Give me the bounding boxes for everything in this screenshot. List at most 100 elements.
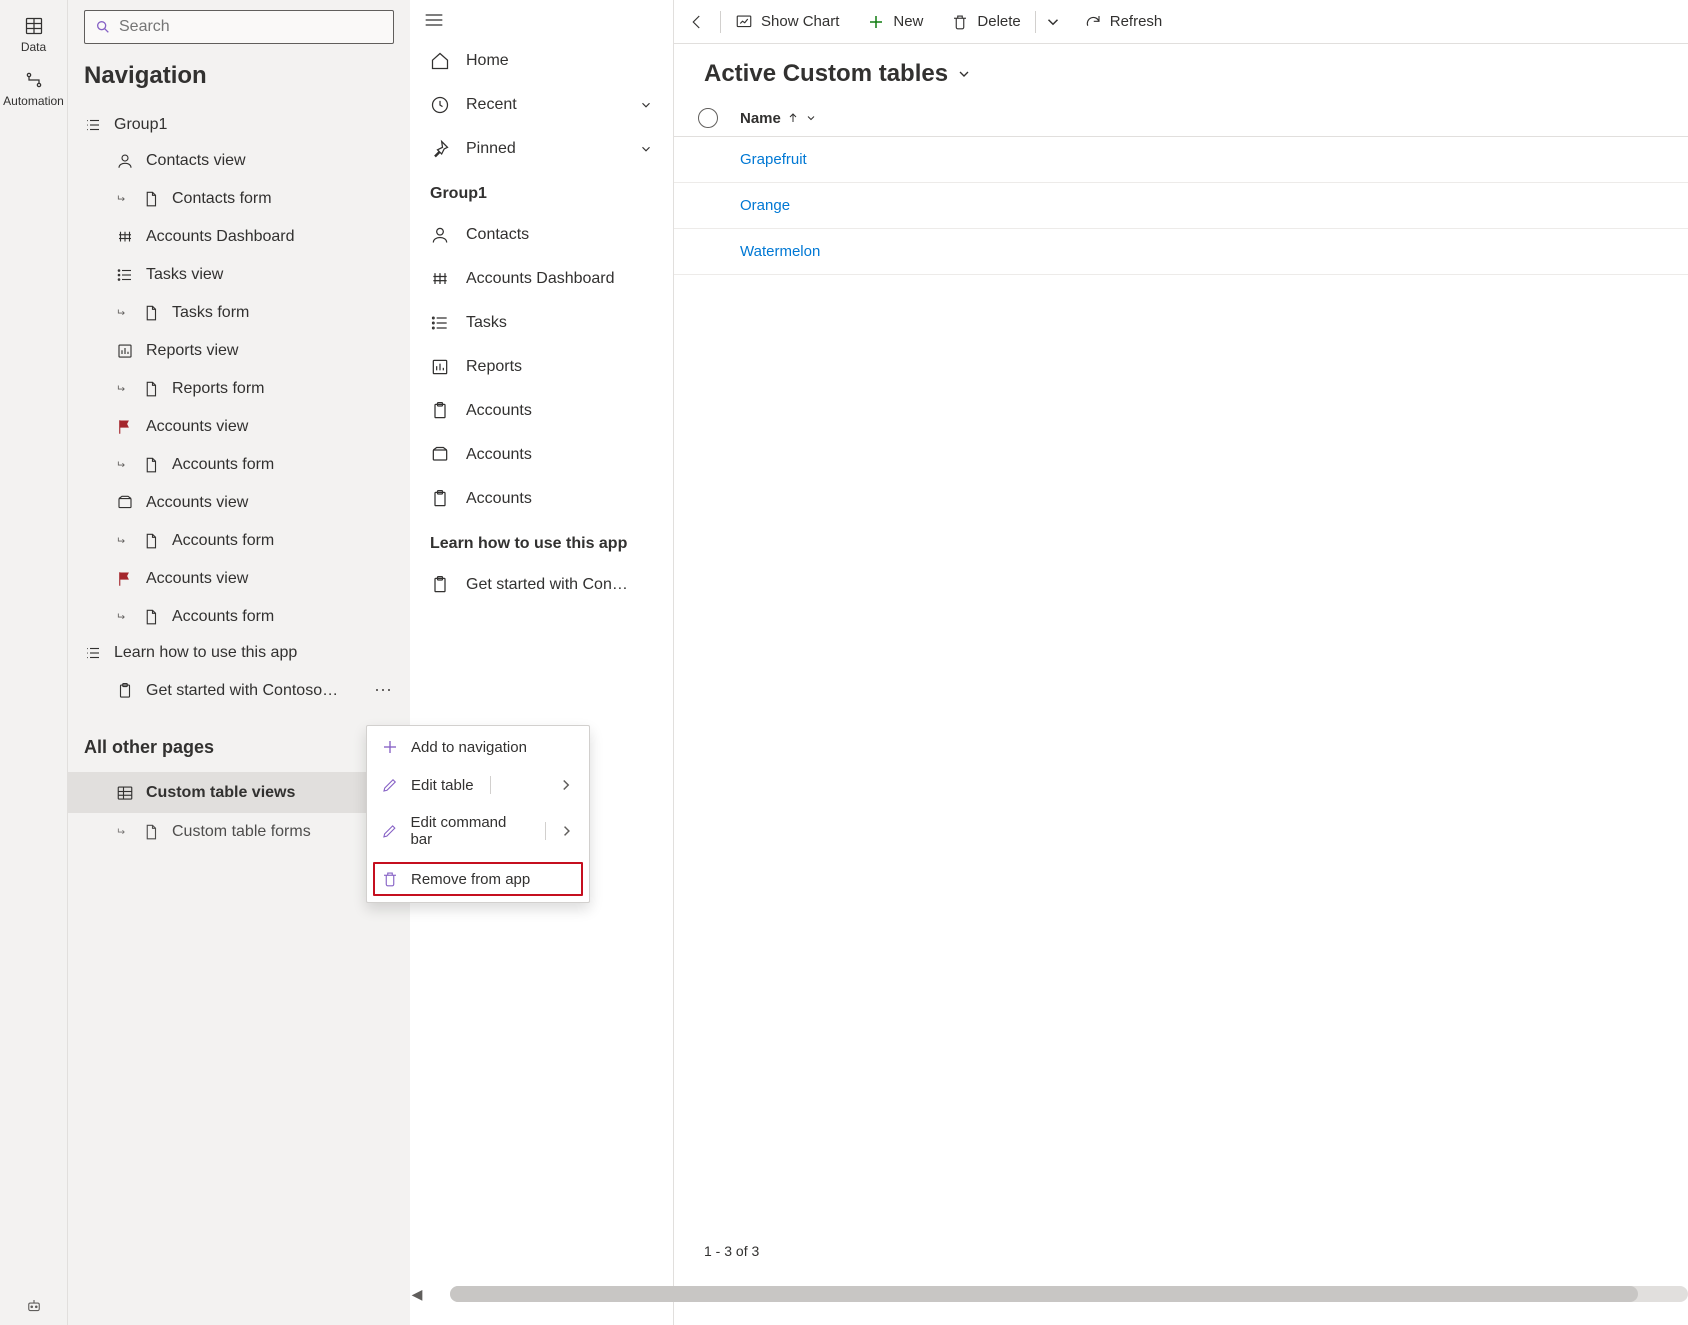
scroll-left-icon[interactable]: ◀ (410, 1286, 424, 1303)
ctx-label: Edit table (411, 777, 474, 794)
nav-group1-label: Group1 (114, 116, 167, 134)
nav-custom-table-views[interactable]: Custom table views ⋯ (68, 772, 410, 813)
nav-label: Accounts view (146, 570, 248, 588)
table-row[interactable]: Watermelon (674, 229, 1688, 275)
all-other-pages-title: All other pages (68, 711, 410, 772)
nav-label: Reports form (172, 380, 264, 398)
rail-data[interactable]: Data (0, 8, 67, 62)
clipboard-icon (430, 489, 450, 509)
appnav-accounts-dashboard[interactable]: Accounts Dashboard (410, 257, 673, 301)
nav-accounts-form-c[interactable]: Accounts form (68, 598, 410, 636)
appnav-label: Tasks (466, 314, 507, 332)
appnav-get-started[interactable]: Get started with Con… (410, 563, 673, 607)
rail-bot-icon[interactable] (0, 1287, 67, 1325)
list-icon (116, 266, 134, 284)
ctx-edit-command-bar[interactable]: Edit command bar (367, 804, 589, 858)
plus-icon (867, 13, 885, 31)
account-view-icon (430, 445, 450, 465)
nav-label: Accounts form (172, 456, 274, 474)
appnav-home[interactable]: Home (410, 39, 673, 83)
appnav-label: Home (466, 52, 509, 70)
nav-label: Accounts Dashboard (146, 228, 295, 246)
search-icon (95, 19, 111, 35)
automation-icon (24, 70, 44, 90)
horizontal-scrollbar[interactable]: ◀ (410, 1285, 1688, 1303)
ctx-remove-from-app[interactable]: Remove from app (373, 862, 583, 896)
hamburger-button[interactable] (410, 4, 673, 39)
appnav-tasks[interactable]: Tasks (410, 301, 673, 345)
nav-group1[interactable]: Group1 (68, 108, 410, 142)
indent-icon (116, 458, 130, 472)
search-input[interactable] (119, 18, 383, 36)
rail-automation[interactable]: Automation (0, 62, 67, 116)
appnav-contacts[interactable]: Contacts (410, 213, 673, 257)
view-selector[interactable]: Active Custom tables (674, 44, 1688, 100)
row-link[interactable]: Grapefruit (740, 151, 807, 168)
clipboard-icon (430, 401, 450, 421)
name-column-header[interactable]: Name (740, 110, 817, 127)
nav-contacts-view[interactable]: Contacts view (68, 142, 410, 180)
rail-automation-label: Automation (3, 94, 64, 108)
search-box[interactable] (84, 10, 394, 44)
refresh-button[interactable]: Refresh (1070, 0, 1177, 43)
back-button[interactable] (674, 0, 720, 43)
nav-tasks-view[interactable]: Tasks view (68, 256, 410, 294)
table-row[interactable]: Orange (674, 183, 1688, 229)
appnav-pinned[interactable]: Pinned (410, 127, 673, 171)
bot-icon (25, 1297, 43, 1315)
new-button[interactable]: New (853, 0, 937, 43)
chevron-right-icon (558, 822, 575, 840)
appnav-learn-header: Learn how to use this app (410, 521, 673, 563)
row-link[interactable]: Watermelon (740, 243, 820, 260)
nav-custom-table-forms[interactable]: Custom table forms (68, 813, 410, 851)
scroll-track[interactable] (450, 1286, 1688, 1302)
nav-label: Contacts view (146, 152, 246, 170)
nav-get-started[interactable]: Get started with Contoso… ⋯ (68, 670, 410, 711)
appnav-reports[interactable]: Reports (410, 345, 673, 389)
command-bar: Show Chart New Delete Refresh (674, 0, 1688, 44)
appnav-recent[interactable]: Recent (410, 83, 673, 127)
nav-accounts-form-b[interactable]: Accounts form (68, 522, 410, 560)
ctx-edit-table[interactable]: Edit table (367, 766, 589, 804)
select-all[interactable] (690, 108, 726, 128)
account-view-icon (116, 494, 134, 512)
cmd-label: Show Chart (761, 13, 839, 30)
appnav-accounts-c[interactable]: Accounts (410, 477, 673, 521)
indent-icon (116, 825, 130, 839)
appnav-label: Pinned (466, 140, 516, 158)
table-icon (116, 784, 134, 802)
indent-icon (116, 306, 130, 320)
chart-icon (735, 13, 753, 31)
delete-button[interactable]: Delete (937, 0, 1034, 43)
show-chart-button[interactable]: Show Chart (721, 0, 853, 43)
nav-accounts-dashboard[interactable]: Accounts Dashboard (68, 218, 410, 256)
nav-reports-form[interactable]: Reports form (68, 370, 410, 408)
appnav-accounts-a[interactable]: Accounts (410, 389, 673, 433)
table-header: Name (674, 100, 1688, 137)
reports-icon (116, 342, 134, 360)
ctx-label: Edit command bar (410, 814, 528, 848)
nav-accounts-view-a[interactable]: Accounts view (68, 408, 410, 446)
nav-contacts-form[interactable]: Contacts form (68, 180, 410, 218)
view-title: Active Custom tables (704, 60, 948, 88)
delete-chevron[interactable] (1036, 0, 1070, 43)
nav-tasks-form[interactable]: Tasks form (68, 294, 410, 332)
nav-learn-group[interactable]: Learn how to use this app (68, 636, 410, 670)
appnav-accounts-b[interactable]: Accounts (410, 433, 673, 477)
more-icon[interactable]: ⋯ (374, 680, 394, 701)
plus-icon (381, 738, 399, 756)
context-menu: Add to navigation Edit table Edit comman… (366, 725, 590, 903)
row-link[interactable]: Orange (740, 197, 790, 214)
nav-accounts-view-c[interactable]: Accounts view (68, 560, 410, 598)
dashboard-icon (116, 228, 134, 246)
nav-reports-view[interactable]: Reports view (68, 332, 410, 370)
chevron-down-icon (805, 112, 817, 124)
navigation-title: Navigation (68, 54, 410, 108)
nav-accounts-view-b[interactable]: Accounts view (68, 484, 410, 522)
clipboard-icon (430, 575, 450, 595)
table-row[interactable]: Grapefruit (674, 137, 1688, 183)
ctx-add-to-nav[interactable]: Add to navigation (367, 728, 589, 766)
cmd-label: New (893, 13, 923, 30)
nav-accounts-form-a[interactable]: Accounts form (68, 446, 410, 484)
appnav-label: Accounts (466, 490, 532, 508)
